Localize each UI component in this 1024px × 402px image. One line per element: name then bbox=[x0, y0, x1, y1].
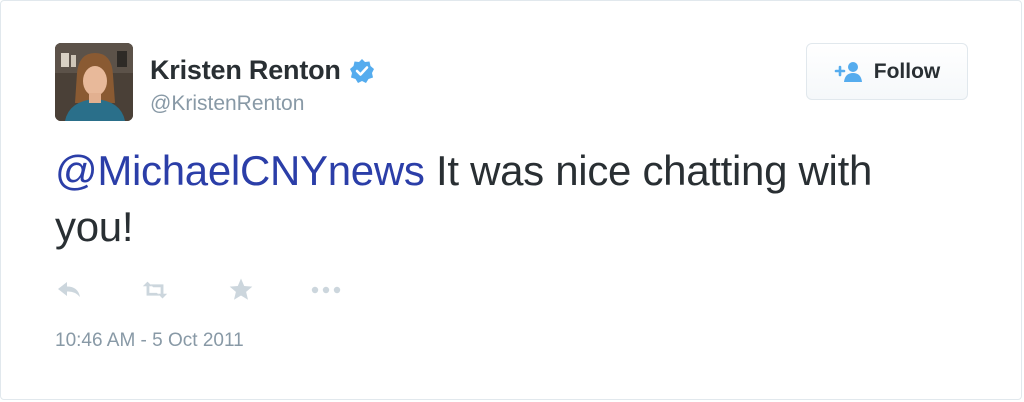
tweet-text: @MichaelCNYnews It was nice chatting wit… bbox=[55, 143, 955, 255]
reply-icon bbox=[58, 282, 80, 297]
favorite-button[interactable] bbox=[226, 275, 256, 305]
tweet-card: Kristen Renton @KristenRenton Follow @Mi… bbox=[0, 0, 1022, 400]
profile-photo-icon bbox=[55, 43, 133, 121]
star-icon bbox=[229, 278, 253, 300]
follow-button[interactable]: Follow bbox=[806, 43, 968, 100]
reply-button[interactable] bbox=[55, 275, 85, 305]
verified-badge-icon bbox=[349, 58, 375, 84]
more-icon bbox=[311, 286, 341, 294]
retweet-icon bbox=[142, 281, 168, 299]
tweet-timestamp[interactable]: 10:46 AM - 5 Oct 2011 bbox=[55, 330, 244, 352]
avatar[interactable] bbox=[55, 43, 133, 121]
author-name[interactable]: Kristen Renton bbox=[150, 55, 341, 86]
author-name-row: Kristen Renton bbox=[150, 55, 375, 86]
mention-link[interactable]: @MichaelCNYnews bbox=[55, 147, 425, 194]
retweet-button[interactable] bbox=[140, 275, 170, 305]
more-button[interactable] bbox=[311, 275, 341, 305]
author-handle[interactable]: @KristenRenton bbox=[150, 92, 304, 116]
follow-label: Follow bbox=[873, 59, 941, 83]
tweet-actions bbox=[55, 275, 341, 305]
add-user-icon bbox=[834, 61, 864, 83]
